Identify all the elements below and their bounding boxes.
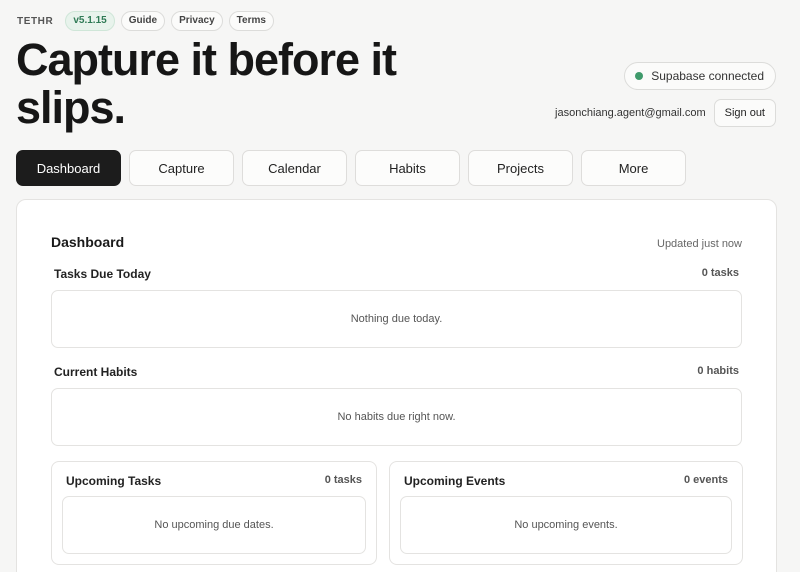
tab-habits[interactable]: Habits	[355, 150, 460, 186]
upcoming-events-header: Upcoming Events 0 events	[404, 474, 728, 488]
tab-calendar[interactable]: Calendar	[242, 150, 347, 186]
upcoming-events-empty: No upcoming events.	[400, 496, 732, 554]
current-habits-section: Current Habits 0 habits No habits due ri…	[51, 365, 742, 446]
upcoming-events-count: 0 events	[683, 474, 728, 486]
connection-status: Supabase connected	[624, 62, 776, 90]
dashboard-card: Dashboard Updated just now Tasks Due Tod…	[16, 199, 777, 572]
tab-capture[interactable]: Capture	[129, 150, 234, 186]
tab-more[interactable]: More	[581, 150, 686, 186]
upcoming-events-title: Upcoming Events	[404, 474, 506, 488]
sign-out-button[interactable]: Sign out	[713, 99, 776, 127]
dashboard-header: Dashboard Updated just now	[51, 234, 742, 250]
updated-timestamp: Updated just now	[657, 238, 742, 250]
current-habits-empty: No habits due right now.	[51, 388, 742, 446]
tasks-due-today-title: Tasks Due Today	[54, 267, 151, 281]
user-email: jasonchiang.agent@gmail.com	[555, 107, 706, 119]
status-dot-icon	[635, 72, 644, 80]
brand-logo: TETHR	[17, 15, 54, 27]
tasks-due-today-empty: Nothing due today.	[51, 290, 742, 348]
tasks-due-today-count: 0 tasks	[701, 267, 739, 279]
upcoming-tasks-count: 0 tasks	[324, 474, 362, 486]
current-habits-count: 0 habits	[697, 365, 739, 377]
tab-dashboard[interactable]: Dashboard	[16, 150, 121, 186]
tasks-due-today-section: Tasks Due Today 0 tasks Nothing due toda…	[51, 267, 742, 348]
privacy-link[interactable]: Privacy	[171, 11, 223, 31]
upcoming-tasks-empty: No upcoming due dates.	[62, 496, 366, 554]
tab-projects[interactable]: Projects	[468, 150, 573, 186]
dashboard-title: Dashboard	[51, 234, 125, 250]
upcoming-tasks-title: Upcoming Tasks	[66, 474, 162, 488]
main-tabs: Dashboard Capture Calendar Habits Projec…	[16, 150, 686, 186]
tasks-due-today-header: Tasks Due Today 0 tasks	[51, 267, 742, 281]
upcoming-tasks-card: Upcoming Tasks 0 tasks No upcoming due d…	[51, 461, 377, 565]
current-habits-header: Current Habits 0 habits	[51, 365, 742, 379]
version-badge: v5.1.15	[65, 11, 115, 31]
top-bar: TETHR v5.1.15 Guide Privacy Terms	[17, 11, 274, 31]
current-habits-title: Current Habits	[54, 365, 138, 379]
guide-link[interactable]: Guide	[120, 11, 166, 31]
terms-link[interactable]: Terms	[228, 11, 274, 31]
connection-status-label: Supabase connected	[651, 69, 764, 83]
app-page: TETHR v5.1.15 Guide Privacy Terms Captur…	[0, 0, 800, 572]
hero-title: Capture it before it slips.	[16, 34, 397, 133]
auth-area: jasonchiang.agent@gmail.com Sign out	[555, 99, 776, 127]
upcoming-tasks-header: Upcoming Tasks 0 tasks	[66, 474, 362, 488]
upcoming-events-card: Upcoming Events 0 events No upcoming eve…	[389, 461, 743, 565]
